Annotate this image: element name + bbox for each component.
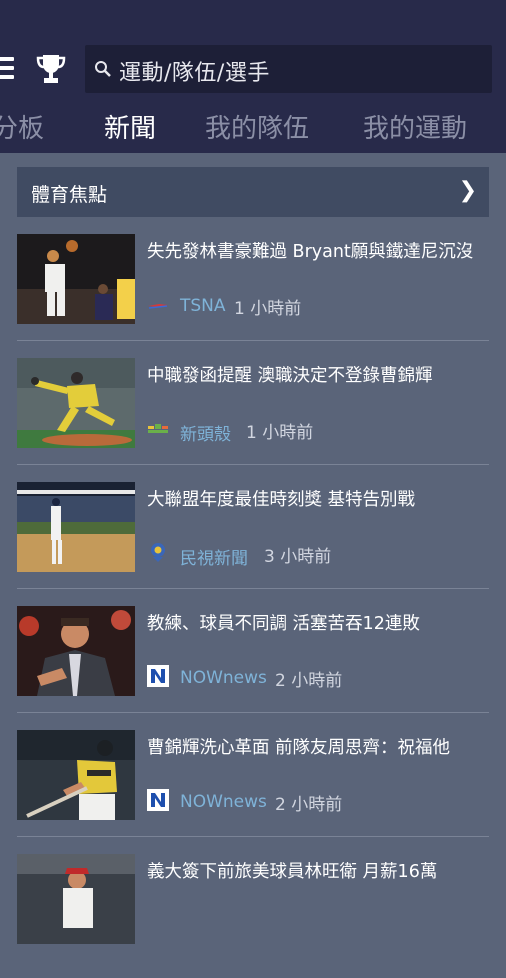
tsna-logo-icon xyxy=(148,304,168,309)
news-source: NOWnews xyxy=(180,668,267,688)
news-item[interactable]: 大聯盟年度最佳時刻獎 基特告別戰 民視新聞 3 小時前 xyxy=(0,482,506,606)
tab-news[interactable]: 新聞 xyxy=(104,108,156,145)
news-time: 1 小時前 xyxy=(246,423,314,443)
news-list: 失先發林書豪難過 Bryant願與鐵達尼沉沒 TSNA 1 小時前 中職發函提醒… xyxy=(0,234,506,978)
tab-my-sports[interactable]: 我的運動 xyxy=(363,108,467,145)
tab-my-teams[interactable]: 我的隊伍 xyxy=(205,108,309,145)
news-time: 2 小時前 xyxy=(275,795,343,815)
app-header: 運動/隊伍/選手 分板 新聞 我的隊伍 我的運動 xyxy=(0,0,506,153)
divider xyxy=(17,340,489,341)
divider xyxy=(17,464,489,465)
trophy-icon[interactable] xyxy=(36,53,66,85)
news-source: 民視新聞 xyxy=(180,549,248,569)
divider xyxy=(17,588,489,589)
news-source: TSNA xyxy=(180,296,226,316)
news-source: 新頭殼 xyxy=(180,425,231,445)
menu-icon[interactable] xyxy=(0,57,14,79)
news-headline: 失先發林書豪難過 Bryant願與鐵達尼沉沒 xyxy=(147,242,474,262)
news-item[interactable]: 失先發林書豪難過 Bryant願與鐵達尼沉沒 TSNA 1 小時前 xyxy=(0,234,506,358)
news-item[interactable]: 曹錦輝洗心革面 前隊友周思齊：祝福他 NOWnews 2 小時前 xyxy=(0,730,506,854)
search-icon xyxy=(95,61,111,77)
news-source: NOWnews xyxy=(180,792,267,812)
news-headline: 義大簽下前旅美球員林旺衛 月薪16萬 xyxy=(147,862,438,882)
section-title: 體育焦點 xyxy=(31,184,108,206)
news-time: 1 小時前 xyxy=(234,299,302,319)
news-headline: 中職發函提醒 澳職決定不登錄曹錦輝 xyxy=(147,366,433,386)
news-headline: 大聯盟年度最佳時刻獎 基特告別戰 xyxy=(147,490,416,510)
coach-photo xyxy=(17,606,135,696)
tab-bar: 分板 新聞 我的隊伍 我的運動 xyxy=(0,98,506,153)
news-item[interactable]: 義大簽下前旅美球員林旺衛 月薪16萬 xyxy=(0,854,506,978)
nownews-logo-icon xyxy=(147,789,169,811)
chevron-right-icon: ❯ xyxy=(458,178,477,203)
news-time: 3 小時前 xyxy=(264,547,332,567)
news-headline: 教練、球員不同調 活塞苦吞12連敗 xyxy=(147,614,420,634)
stadium-photo xyxy=(17,482,135,572)
news-headline: 曹錦輝洗心革面 前隊友周思齊：祝福他 xyxy=(147,738,451,758)
ftv-logo-icon xyxy=(151,543,165,562)
section-header-sports-focus[interactable]: 體育焦點 ❯ xyxy=(17,167,489,217)
newtalk-logo-icon xyxy=(148,424,168,433)
divider xyxy=(17,836,489,837)
tab-scoreboard[interactable]: 分板 xyxy=(0,108,44,145)
news-item[interactable]: 中職發函提醒 澳職決定不登錄曹錦輝 新頭殼 1 小時前 xyxy=(0,358,506,482)
search-input[interactable]: 運動/隊伍/選手 xyxy=(85,45,492,93)
basketball-photo xyxy=(17,234,135,324)
divider xyxy=(17,712,489,713)
search-placeholder: 運動/隊伍/選手 xyxy=(119,61,270,86)
baseball-pitcher-photo xyxy=(17,358,135,448)
news-time: 2 小時前 xyxy=(275,671,343,691)
player-photo xyxy=(17,854,135,944)
batter-photo xyxy=(17,730,135,820)
news-item[interactable]: 教練、球員不同調 活塞苦吞12連敗 NOWnews 2 小時前 xyxy=(0,606,506,730)
nownews-logo-icon xyxy=(147,665,169,687)
